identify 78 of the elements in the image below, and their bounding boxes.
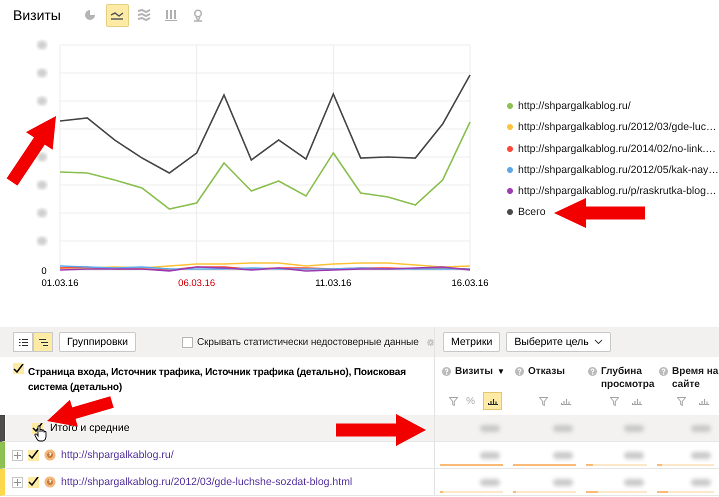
blurred-value xyxy=(691,478,711,486)
checkbox[interactable] xyxy=(28,476,39,488)
blurred-value xyxy=(553,478,573,486)
blurred-axis-label xyxy=(37,68,47,78)
checkbox[interactable] xyxy=(28,450,39,460)
view-mode-button[interactable] xyxy=(13,332,33,352)
pie-chart-icon xyxy=(84,9,96,21)
metrics-button[interactable]: Метрики xyxy=(443,332,500,352)
tree-icon xyxy=(38,338,48,346)
blurred-axis-label xyxy=(37,180,47,190)
help-icon[interactable] xyxy=(515,367,524,376)
column-header[interactable]: Время на сайте xyxy=(672,365,719,391)
date-label: 01.03.16 xyxy=(42,278,78,289)
map-pin-icon xyxy=(193,8,204,22)
blurred-value xyxy=(480,452,500,458)
dimensions-header: Страница входа, Источник трафика, Источник трафика (детально), Поисковая система (детально) xyxy=(28,366,407,395)
blurred-value xyxy=(480,424,500,432)
expand-button[interactable] xyxy=(12,476,23,488)
goal-dropdown[interactable]: Выберите цель xyxy=(506,332,611,352)
expand-button[interactable] xyxy=(12,450,23,460)
date-label: 11.03.16 xyxy=(315,278,352,289)
filter-icon[interactable] xyxy=(449,396,458,406)
traffic-source-icon xyxy=(44,476,56,488)
bar-chart-icon xyxy=(488,398,498,404)
groupings-button[interactable]: Группировки xyxy=(59,332,136,352)
column-header[interactable]: Отказы xyxy=(528,365,565,378)
legend-label[interactable]: http://shpargalkablog.ru/ xyxy=(518,100,631,112)
sort-indicator[interactable]: ▼ xyxy=(496,367,505,376)
legend-label[interactable]: Всего xyxy=(518,206,546,218)
blurred-value xyxy=(691,452,711,458)
list-icon xyxy=(18,338,28,346)
column-header[interactable]: Глубина просмотра xyxy=(601,365,654,391)
checkbox[interactable] xyxy=(13,363,24,374)
arrow-annotation xyxy=(6,116,56,186)
page-link[interactable]: http://shpargalkablog.ru/ xyxy=(61,449,174,461)
blurred-value xyxy=(553,424,573,432)
total-label: Итого и средние xyxy=(50,422,130,434)
help-icon[interactable] xyxy=(442,367,451,376)
page-link[interactable]: http://shpargalkablog.ru/2012/03/gde-luchshe-sozdat-blog.html xyxy=(61,476,352,488)
blurred-axis-label xyxy=(37,236,47,246)
line-chart-icon xyxy=(110,10,124,20)
blurred-axis-label xyxy=(37,208,47,218)
axis-label: 0 xyxy=(41,266,47,277)
checkbox-label[interactable]: Скрывать статистически недостоверные данные xyxy=(197,336,419,348)
traffic-source-icon xyxy=(44,449,56,461)
date-label: 16.03.16 xyxy=(452,278,488,289)
legend-label[interactable]: http://shpargalkablog.ru/p/raskrutka-blog… xyxy=(518,185,716,198)
legend-label[interactable]: http://shpargalkablog.ru/2012/03/gde-luc… xyxy=(518,121,716,134)
hand-cursor-icon xyxy=(34,425,48,442)
help-icon[interactable] xyxy=(659,367,668,376)
blurred-value xyxy=(624,424,644,432)
filter-icon[interactable] xyxy=(610,396,619,406)
blurred-value xyxy=(624,478,644,486)
area-chart-icon xyxy=(137,9,152,21)
bar-chart-icon xyxy=(560,398,570,404)
blurred-axis-label xyxy=(37,40,47,50)
blurred-value xyxy=(624,452,644,458)
legend-label[interactable]: http://shpargalkablog.ru/2012/05/kak-nay… xyxy=(518,164,719,176)
date-label: 06.03.16 xyxy=(178,278,216,289)
chevron-icon xyxy=(594,339,603,345)
blurred-value xyxy=(691,424,711,432)
blurred-value xyxy=(480,478,500,486)
blurred-axis-label xyxy=(37,96,47,106)
bar-chart-icon xyxy=(165,9,178,21)
bar-chart-icon xyxy=(698,398,708,404)
blurred-axis-label xyxy=(37,152,47,162)
filter-icon[interactable] xyxy=(677,396,686,406)
checkbox[interactable] xyxy=(182,336,194,348)
bar-chart-icon xyxy=(632,398,642,404)
blurred-value xyxy=(553,452,573,458)
column-header[interactable]: Визиты xyxy=(455,365,493,378)
chart-title: Визиты xyxy=(13,7,61,23)
chart-toggle[interactable] xyxy=(483,392,502,410)
filter-icon[interactable] xyxy=(539,396,548,406)
chart-type-button[interactable] xyxy=(106,4,129,26)
legend-label[interactable]: http://shpargalkablog.ru/2014/02/no-link.… xyxy=(518,142,716,155)
view-mode-button[interactable] xyxy=(33,332,53,352)
help-icon[interactable] xyxy=(588,367,597,376)
